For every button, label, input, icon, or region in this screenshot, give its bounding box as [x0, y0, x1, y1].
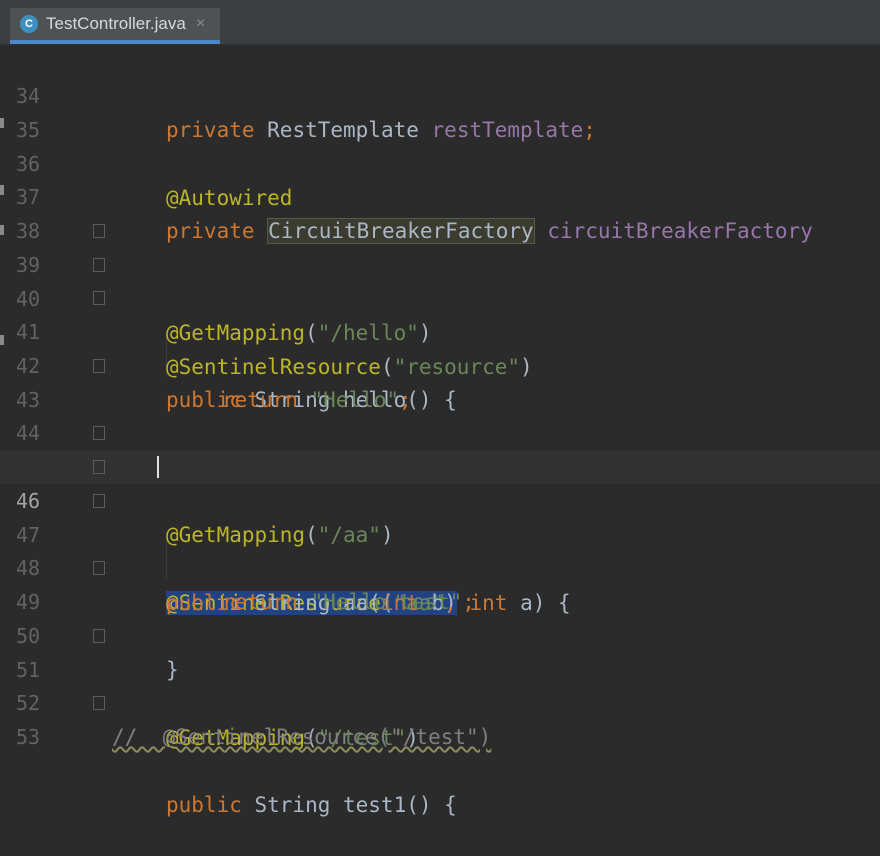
code-line[interactable]: 37 private CircuitBreakerFactory circuit…: [0, 146, 880, 244]
fold-icon[interactable]: [93, 426, 105, 440]
fold-icon[interactable]: [93, 494, 105, 508]
fold-icon[interactable]: [93, 291, 105, 305]
fold-icon[interactable]: [93, 258, 105, 272]
tab-title: TestController.java: [46, 14, 186, 33]
code-line[interactable]: 38: [0, 180, 880, 243]
code-editor[interactable]: 34 private RestTemplate restTemplate; 35…: [0, 45, 880, 817]
code-line[interactable]: 42 return "Hello";: [0, 315, 880, 412]
code-line[interactable]: 35: [0, 79, 880, 142]
code-line[interactable]: 49 }: [0, 551, 880, 682]
code-line[interactable]: 43 }: [0, 349, 880, 480]
line-number: 53: [16, 725, 41, 749]
java-class-icon: C: [20, 15, 38, 33]
code-line[interactable]: 53 public String test1() {: [0, 686, 880, 817]
fold-icon[interactable]: [93, 561, 105, 575]
tab-testcontroller[interactable]: C TestController.java ×: [10, 8, 220, 44]
code-line[interactable]: 48 return "Hello test";: [0, 517, 880, 614]
code-line-current[interactable]: 46 @SentinelResource("aa"): [0, 450, 880, 615]
code-line[interactable]: 45 @GetMapping("/aa"): [0, 416, 880, 547]
commented-code: // @SentinelResource("/test"): [112, 725, 492, 749]
editor-tab-bar: C TestController.java ×: [0, 0, 880, 45]
text-cursor: [157, 456, 159, 478]
code-line[interactable]: 51 @GetMapping("/test"): [0, 619, 880, 750]
code-line[interactable]: 44: [0, 382, 880, 445]
code-line[interactable]: 52 // @SentinelResource("/test"): [0, 652, 880, 749]
code-line[interactable]: 41 public String hello() {: [0, 281, 880, 412]
code-line[interactable]: 50: [0, 585, 880, 648]
close-icon[interactable]: ×: [196, 15, 205, 33]
fold-icon[interactable]: [93, 460, 105, 474]
fold-icon[interactable]: [93, 696, 105, 710]
fold-icon[interactable]: [93, 629, 105, 643]
code-line[interactable]: 36 @Autowired: [0, 113, 880, 210]
fold-icon[interactable]: [93, 224, 105, 238]
code-line[interactable]: 40 @SentinelResource("resource"): [0, 248, 880, 379]
fold-icon[interactable]: [93, 359, 105, 373]
code-line[interactable]: 47 public String aa(int b, int a) {: [0, 484, 880, 615]
code-line[interactable]: 34 private RestTemplate restTemplate;: [0, 45, 880, 142]
code-line[interactable]: 39 @GetMapping("/hello"): [0, 214, 880, 345]
line-code: public String test1() {: [166, 793, 457, 817]
